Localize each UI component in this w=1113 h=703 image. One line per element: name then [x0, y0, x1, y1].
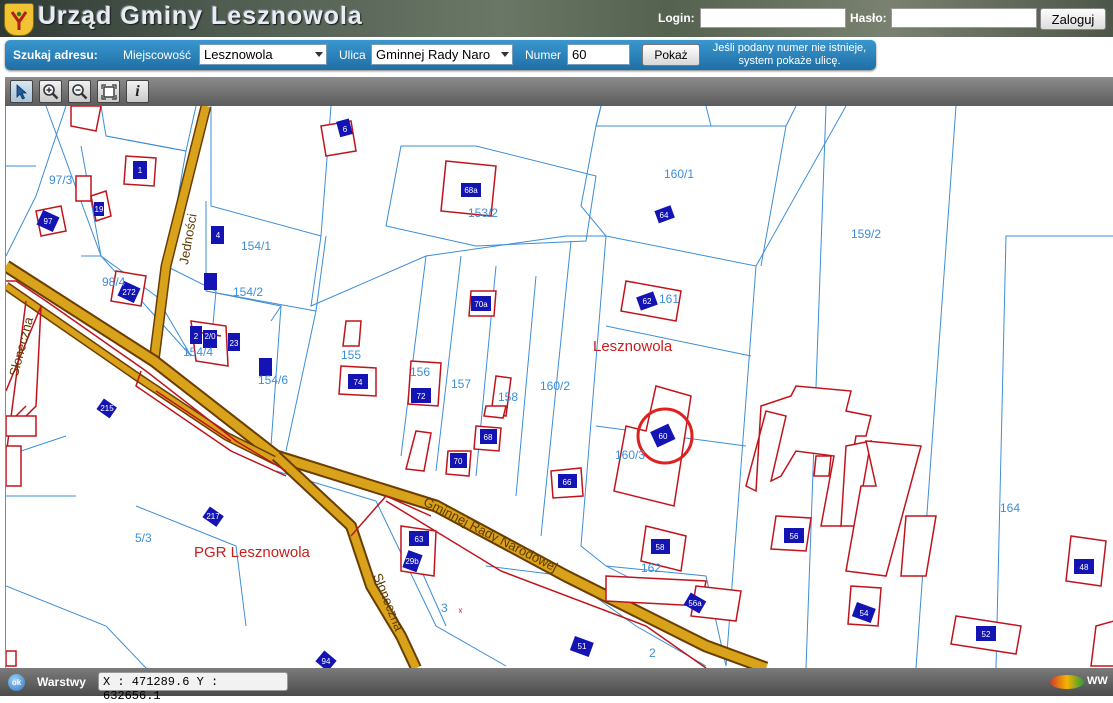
address-hint-text: Jeśli podany numer nie istnieje, system …: [712, 42, 867, 67]
building-number: 215: [100, 404, 114, 413]
vendor-link[interactable]: WW: [1087, 675, 1108, 687]
street-select-value: Gminnej Rady Naro: [376, 47, 491, 62]
parcel-label: 157: [451, 377, 472, 391]
parcel-label: 155: [341, 348, 362, 362]
building-number: 62: [643, 297, 652, 306]
building-number: 29b: [405, 557, 419, 566]
zoom-in-icon[interactable]: [39, 80, 62, 103]
street-label: Ulica: [339, 48, 366, 62]
locality-select-value: Lesznowola: [204, 47, 273, 62]
layers-button[interactable]: Warstwy: [37, 675, 86, 689]
parcel-label: 160/1: [664, 167, 695, 181]
vendor-logo: [1050, 675, 1084, 689]
coordinates-display: X : 471289.6 Y : 632656.1: [98, 672, 288, 703]
parcel-label: 156: [410, 365, 431, 379]
status-bar: ok Warstwy X : 471289.6 Y : 632656.1 WW: [0, 668, 1113, 703]
parcel-label: 160/2: [540, 379, 571, 393]
login-button[interactable]: Zaloguj: [1040, 8, 1106, 30]
parcel-label: 153/2: [468, 206, 499, 220]
pointer-icon[interactable]: [10, 80, 33, 103]
parcel-label: 154/6: [258, 373, 289, 387]
app-title: Urząd Gminy Lesznowola: [38, 2, 363, 30]
chevron-down-icon: [501, 52, 509, 57]
app-header: Urząd Gminy Lesznowola Login: Hasło: Zal…: [0, 0, 1113, 37]
parcel-label: 160/3: [615, 448, 646, 462]
parcel-label: 164: [1000, 501, 1021, 515]
chevron-down-icon: [315, 52, 323, 57]
building-number: 23: [230, 339, 239, 348]
building-number: 68: [484, 433, 493, 442]
building-number: 54: [860, 609, 869, 618]
address-search-bar: Szukaj adresu: Miejscowość Lesznowola Ul…: [5, 40, 876, 70]
building-number: 66: [563, 478, 572, 487]
building-number: 94: [322, 657, 331, 666]
map-toolbar: i: [5, 77, 1113, 106]
parcel-label: 154/4: [183, 345, 214, 359]
building-number: 70: [454, 457, 463, 466]
building-number: 6: [343, 125, 348, 134]
number-label: Numer: [525, 48, 562, 62]
building-number: 56a: [688, 599, 702, 608]
building-number: 19: [95, 205, 104, 214]
ok-button[interactable]: ok: [8, 674, 25, 691]
parcel-label: 158: [498, 390, 519, 404]
building-number: 68a: [464, 186, 478, 195]
info-icon[interactable]: i: [126, 80, 149, 103]
parcel-label: 2: [649, 646, 656, 660]
building-number: 52: [982, 630, 991, 639]
parcel-label: 3: [441, 601, 448, 615]
parcel-label: 154/1: [241, 239, 272, 253]
building-number: 60: [659, 432, 668, 441]
place-label: Lesznowola: [593, 338, 673, 355]
building-number: 51: [578, 642, 587, 651]
parcel-label: 98/4: [102, 275, 126, 289]
building-number: 48: [1080, 563, 1089, 572]
parcel-label: 162: [641, 561, 662, 575]
parcel-label: 97/3: [49, 173, 73, 187]
coat-of-arms-logo: [4, 3, 34, 36]
number-input-value: 60: [572, 47, 587, 62]
building-number: 64: [660, 211, 669, 220]
address-search-title: Szukaj adresu:: [13, 48, 98, 62]
login-input[interactable]: [700, 8, 846, 28]
building-number: 1: [138, 166, 143, 175]
locality-select[interactable]: Lesznowola: [199, 44, 327, 65]
password-input[interactable]: [891, 8, 1037, 28]
parcel-label: 161: [659, 292, 680, 306]
building-number: 2: [194, 332, 199, 341]
building-number: 70a: [474, 300, 488, 309]
password-label: Hasło:: [850, 11, 887, 25]
street-select[interactable]: Gminnej Rady Naro: [371, 44, 513, 65]
parcel-label: 159/2: [851, 227, 882, 241]
point-marker: ☓: [458, 606, 463, 616]
parcel-label: 154/2: [233, 285, 264, 299]
building-number: 56: [790, 532, 799, 541]
parcel-label: 5/3: [135, 531, 152, 545]
map-view[interactable]: 6 1 68a 64 19 4 62 70a 74 72 68 70 66 60…: [5, 106, 1113, 668]
show-address-button[interactable]: Pokaż: [642, 44, 700, 66]
building-number: 272: [122, 288, 136, 297]
number-input[interactable]: 60: [567, 44, 630, 65]
building-number: 217: [206, 512, 220, 521]
locality-label: Miejscowość: [123, 48, 192, 62]
zoom-out-icon[interactable]: [68, 80, 91, 103]
building-number: 97: [44, 217, 53, 226]
building-number: 4: [216, 231, 221, 240]
full-extent-icon[interactable]: [97, 80, 120, 103]
login-label: Login:: [658, 11, 695, 25]
building-number: 72: [417, 392, 426, 401]
building-number: 63: [415, 535, 424, 544]
building-number: 2/0: [204, 332, 216, 341]
place-label: PGR Lesznowola: [194, 544, 310, 561]
building-number: 58: [656, 543, 665, 552]
building-number: 74: [354, 378, 363, 387]
